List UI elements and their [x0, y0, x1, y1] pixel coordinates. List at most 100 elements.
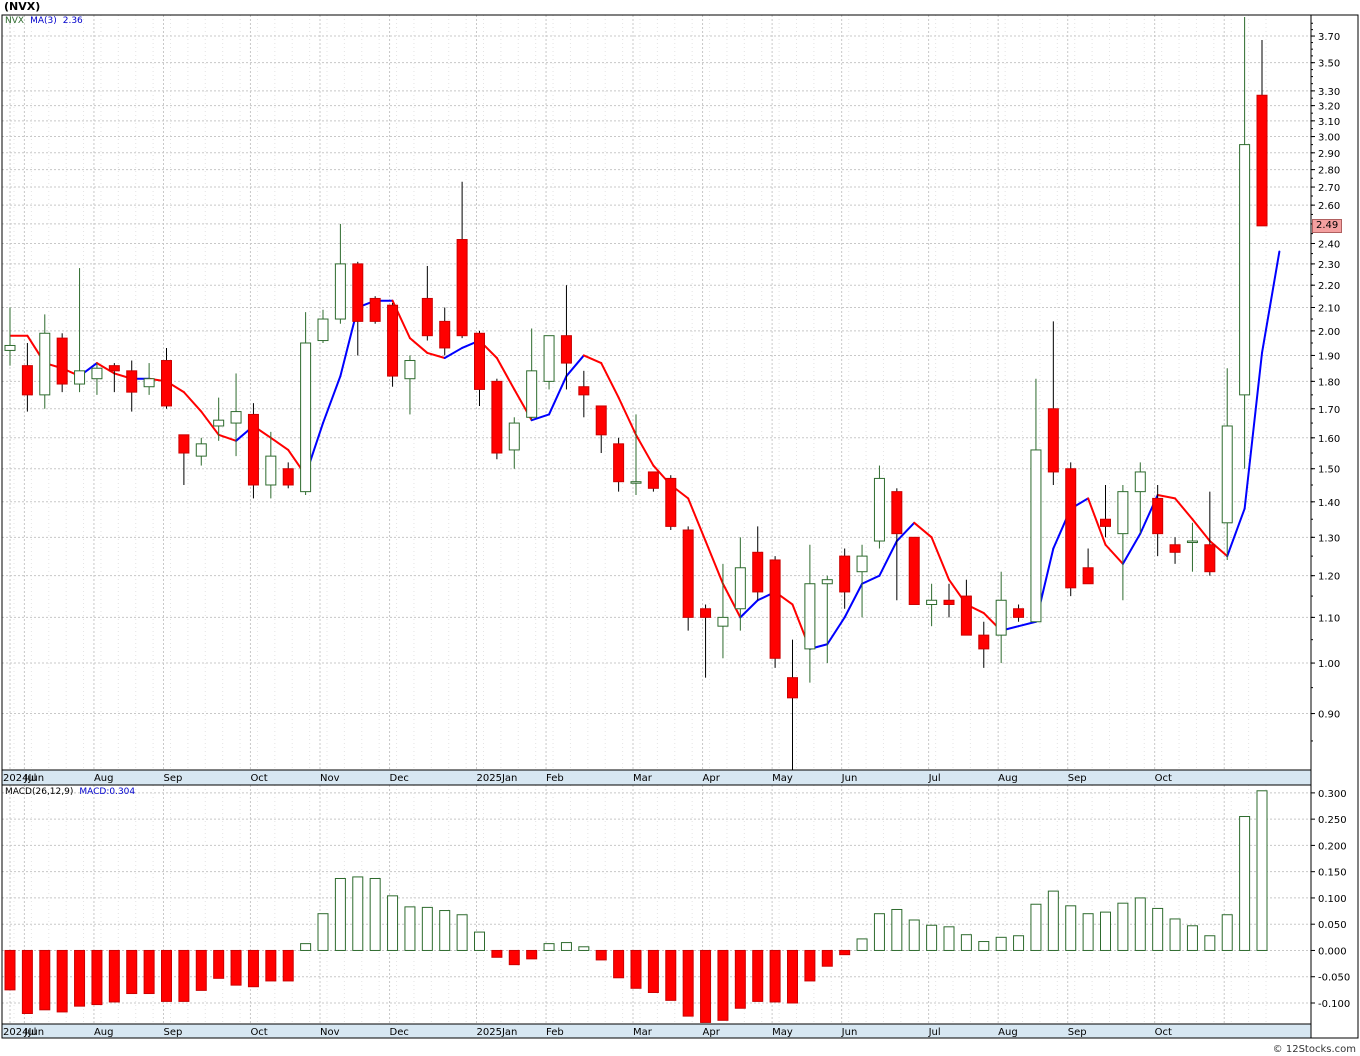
macd-bar [491, 949, 503, 958]
macd-bar [978, 941, 990, 951]
date-tick-label: Mar [633, 773, 653, 784]
macd-bar [300, 943, 312, 951]
macd-bar [474, 931, 485, 951]
candle-body [595, 405, 607, 436]
macd-bar [873, 913, 885, 951]
macd-bar [682, 949, 694, 1017]
candlestick-series [4, 17, 1268, 777]
macd-bar [1152, 907, 1164, 951]
candle-body [1134, 471, 1146, 493]
macd-bar [578, 946, 590, 951]
candle-body [439, 320, 451, 349]
candle-body [526, 370, 538, 418]
price-tick-label: 1.40 [1318, 498, 1340, 509]
candle-body [282, 468, 294, 486]
candle-body [978, 634, 990, 650]
price-tick-label: 2.30 [1318, 260, 1340, 271]
ma-segment [635, 433, 655, 467]
macd-bar [508, 949, 520, 966]
ma-segment [269, 436, 290, 451]
price-tick-label: 1.20 [1318, 572, 1340, 583]
macd-bar [369, 877, 381, 951]
macd-bar [1256, 790, 1268, 951]
price-tick-label: 2.60 [1318, 201, 1340, 212]
macd-bar [56, 949, 68, 1013]
candle-body [334, 263, 346, 320]
candle-body [247, 413, 259, 486]
date-tick-label: Jul [928, 773, 941, 784]
candle-body [421, 297, 433, 337]
macd-bar [1030, 903, 1042, 951]
date-tick-label: Apr [703, 773, 721, 784]
candle-body [717, 616, 729, 627]
date-tick-label: Apr [703, 1027, 721, 1038]
candle-body [508, 422, 520, 451]
candle-body [1256, 94, 1268, 227]
candle-body [787, 677, 798, 699]
macd-bar [439, 910, 451, 951]
candle-body [700, 608, 712, 618]
price-tick-label: 3.50 [1318, 59, 1340, 70]
candle-body [317, 318, 329, 342]
macd-bar [752, 949, 764, 1002]
macd-bar [178, 949, 190, 1002]
macd-bar [143, 949, 155, 995]
chart-canvas: 0.90 1.00 1.10 1.20 1.30 1.40 1.50 1.60 1.70 1.80… [1, 14, 1359, 1039]
candle-body [960, 595, 972, 636]
price-tick-label: 2.20 [1318, 281, 1340, 292]
date-tick-label: Dec [390, 773, 409, 784]
macd-histogram [4, 790, 1268, 1023]
legend-ma-label: MA(3) [30, 16, 57, 26]
ticker-title: (NVX) [4, 0, 41, 13]
macd-bar [1117, 902, 1129, 951]
date-tick-label: Oct [250, 773, 267, 784]
candle-body [74, 370, 86, 385]
date-tick-label: Jul [23, 773, 36, 784]
legend-symbol: NVX [5, 16, 25, 26]
date-tick-label: Mar [633, 1027, 653, 1038]
macd-bar [456, 914, 468, 951]
macd-bar [734, 949, 746, 1009]
macd-bar [891, 908, 903, 951]
ma-segment [600, 362, 620, 399]
macd-bar [230, 949, 242, 986]
candle-body [734, 567, 746, 610]
candle-body [126, 370, 138, 393]
macd-bar [995, 936, 1007, 951]
price-tick-label: 3.00 [1318, 133, 1340, 144]
price-panel-grid [2, 15, 1311, 770]
candle-body [995, 599, 1007, 636]
macd-bar [265, 949, 277, 982]
price-tick-label: 1.90 [1318, 351, 1340, 362]
price-tick-label: 1.80 [1318, 377, 1340, 388]
macd-tick-label: -0.050 [1318, 973, 1350, 984]
macd-bar [74, 949, 86, 1007]
date-tick-label: Oct [1155, 773, 1172, 784]
macd-bar [317, 913, 329, 951]
macd-tick-label: 0.200 [1318, 841, 1347, 852]
macd-bar [282, 949, 294, 982]
macd-bar [595, 949, 607, 961]
price-tick-label: 2.90 [1318, 149, 1340, 160]
price-tick-label: 3.30 [1318, 87, 1340, 98]
macd-bar [613, 949, 625, 979]
macd-bar [126, 949, 138, 995]
ma-segment [1121, 532, 1142, 565]
candle-body [474, 332, 485, 390]
macd-bar [908, 919, 920, 951]
candle-body [300, 342, 312, 493]
candle-body [1186, 540, 1198, 544]
ma-segment [1017, 620, 1037, 628]
date-tick-label: Sep [1068, 1027, 1087, 1038]
date-tick-label: Jun [841, 773, 858, 784]
macd-bar [247, 949, 259, 988]
ma-segment [704, 540, 724, 585]
ma-segment [1261, 250, 1281, 354]
macd-bar [1082, 913, 1094, 951]
date-tick-label: Nov [320, 773, 340, 784]
macd-bar [700, 949, 712, 1023]
macd-bar [39, 949, 51, 1011]
macd-bar [804, 949, 816, 982]
candle-body [665, 477, 677, 527]
date-tick-label: Jul [928, 1027, 941, 1038]
